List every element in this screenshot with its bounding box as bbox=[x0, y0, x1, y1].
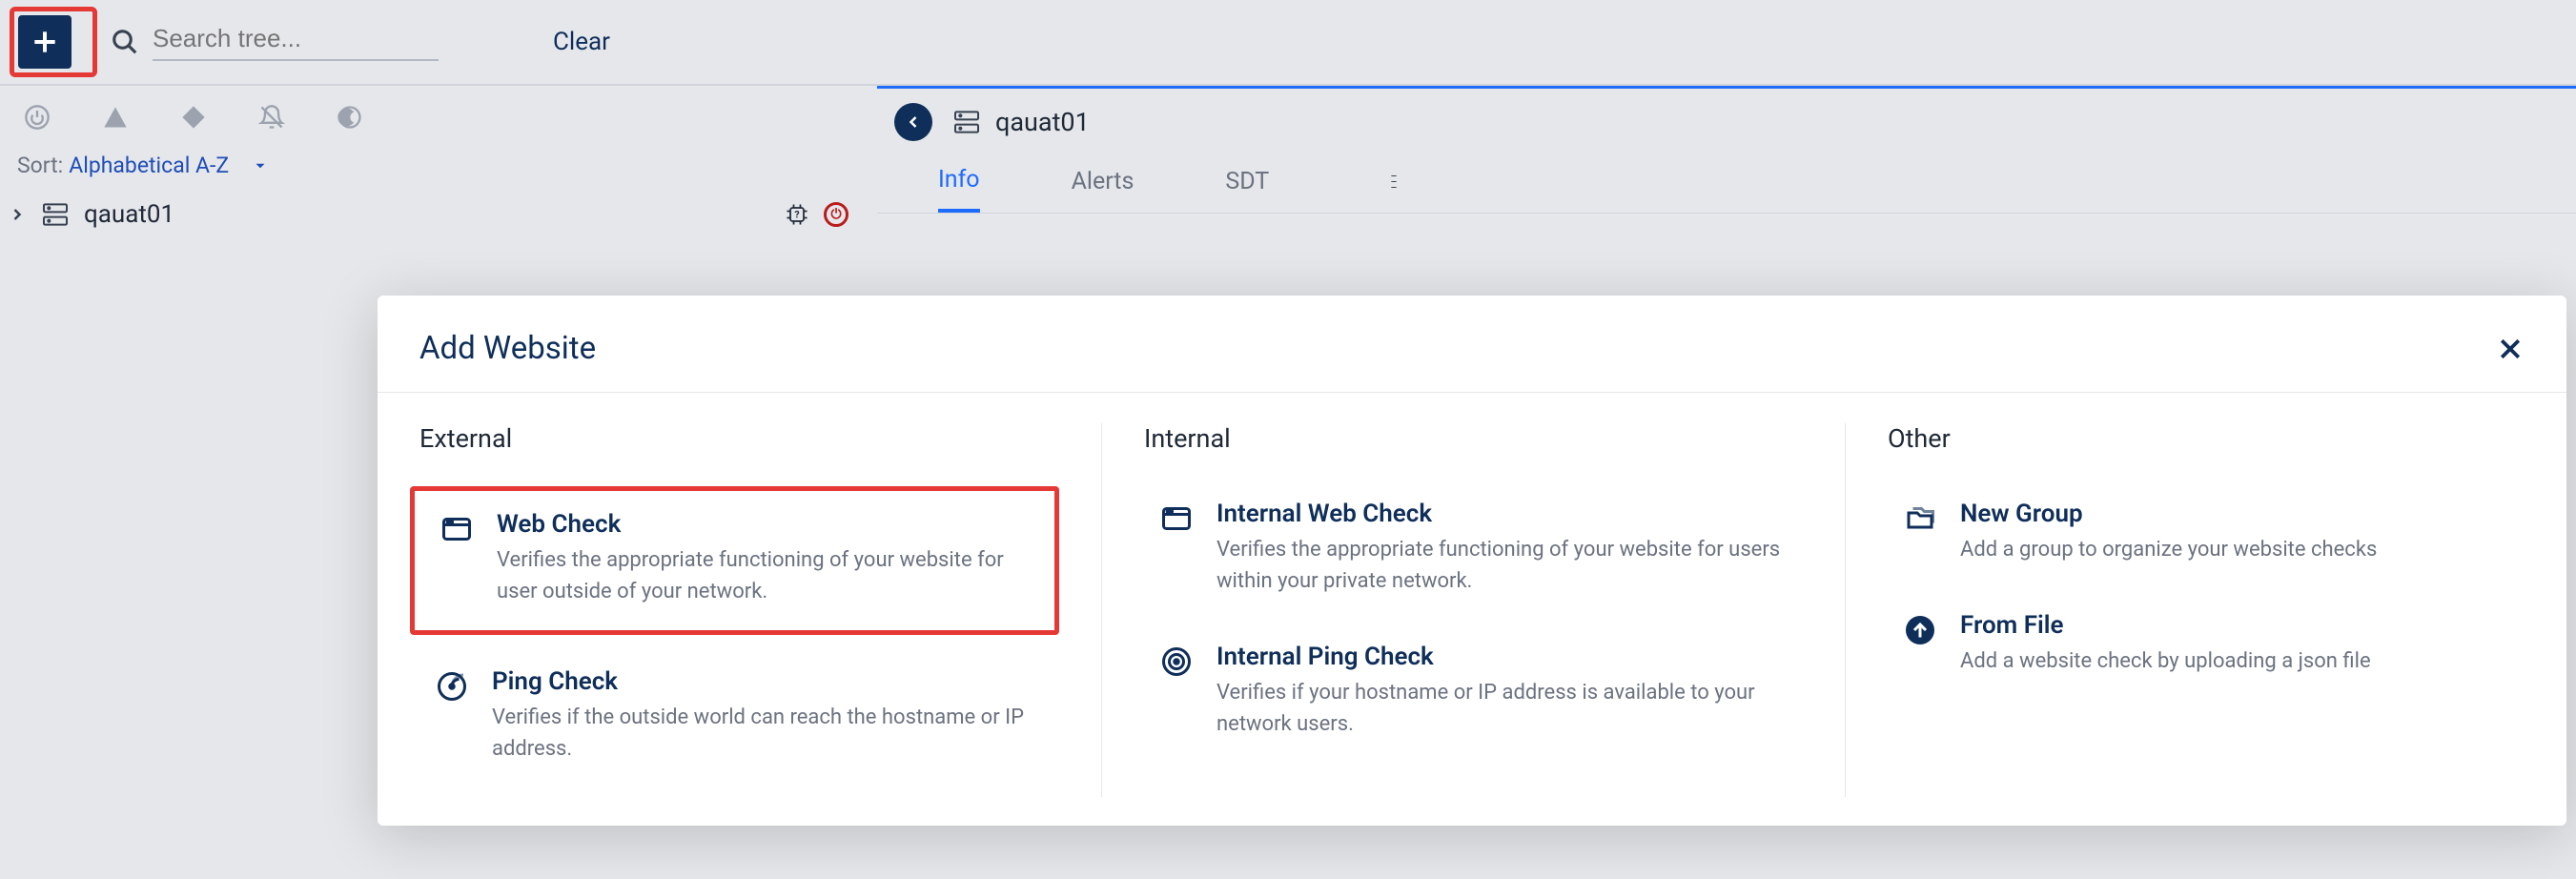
search-icon bbox=[111, 28, 139, 56]
bell-off-icon[interactable] bbox=[257, 103, 286, 132]
main-header: qauat01 bbox=[877, 86, 2576, 141]
diamond-alert-icon[interactable] bbox=[179, 103, 208, 132]
tabs: Info Alerts SDT bbox=[877, 141, 2576, 214]
server-icon bbox=[951, 107, 982, 137]
sort-control[interactable]: Sort: Alphabetical A-Z bbox=[0, 149, 877, 192]
option-title: Internal Web Check bbox=[1216, 500, 1789, 528]
add-button-highlight bbox=[10, 7, 97, 77]
add-website-modal: Add Website External Web Check Verifies … bbox=[378, 296, 2566, 826]
filter-icon-row bbox=[0, 86, 877, 149]
server-icon bbox=[40, 199, 71, 230]
modal-col-other: Other New Group Add a group to organize … bbox=[1846, 423, 2566, 797]
sort-value: Alphabetical A-Z bbox=[69, 153, 229, 178]
option-desc: Add a website check by uploading a json … bbox=[1960, 645, 2371, 677]
search-input[interactable] bbox=[153, 24, 439, 61]
option-desc: Verifies if your hostname or IP address … bbox=[1216, 677, 1789, 740]
radar-icon bbox=[433, 667, 471, 705]
option-title: New Group bbox=[1960, 500, 2377, 528]
chevron-left-icon bbox=[904, 112, 923, 132]
chevron-down-icon bbox=[252, 157, 269, 174]
close-icon[interactable] bbox=[2496, 335, 2525, 363]
col-heading-external: External bbox=[419, 423, 1059, 454]
modal-col-internal: Internal Internal Web Check Verifies the… bbox=[1102, 423, 1846, 797]
col-heading-other: Other bbox=[1888, 423, 2525, 454]
top-toolbar: Clear bbox=[0, 0, 2576, 86]
tree-item[interactable]: qauat01 ? ⏻ bbox=[0, 192, 877, 237]
browser-icon bbox=[438, 510, 476, 548]
tab-alerts[interactable]: Alerts bbox=[1072, 168, 1135, 211]
option-internal-ping-check[interactable]: Internal Ping Check Verifies if your hos… bbox=[1144, 629, 1803, 753]
option-desc: Add a group to organize your website che… bbox=[1960, 534, 2377, 565]
option-ping-check[interactable]: Ping Check Verifies if the outside world… bbox=[419, 654, 1059, 778]
option-new-group[interactable]: New Group Add a group to organize your w… bbox=[1888, 486, 2525, 579]
svg-text:?: ? bbox=[794, 209, 799, 221]
browser-icon bbox=[1157, 500, 1196, 538]
tree-item-status: ? ⏻ bbox=[784, 201, 869, 228]
kebab-menu[interactable] bbox=[1380, 175, 1408, 204]
clear-button[interactable]: Clear bbox=[553, 28, 610, 56]
back-button[interactable] bbox=[894, 103, 932, 141]
option-title: Web Check bbox=[497, 510, 1035, 539]
option-from-file[interactable]: From File Add a website check by uploadi… bbox=[1888, 598, 2525, 690]
warning-triangle-icon[interactable] bbox=[101, 103, 130, 132]
upload-icon bbox=[1901, 611, 1939, 649]
col-heading-internal: Internal bbox=[1144, 423, 1803, 454]
modal-col-external: External Web Check Verifies the appropri… bbox=[378, 423, 1102, 797]
option-title: Internal Ping Check bbox=[1216, 643, 1789, 671]
modal-header: Add Website bbox=[378, 296, 2566, 393]
plus-icon bbox=[30, 27, 60, 57]
option-web-check[interactable]: Web Check Verifies the appropriate funct… bbox=[410, 486, 1059, 635]
folders-icon bbox=[1901, 500, 1939, 538]
tab-sdt[interactable]: SDT bbox=[1225, 168, 1269, 211]
tab-info[interactable]: Info bbox=[938, 166, 980, 213]
target-icon bbox=[1157, 643, 1196, 681]
power-icon[interactable] bbox=[23, 103, 51, 132]
tree-item-label: qauat01 bbox=[84, 200, 174, 229]
option-title: From File bbox=[1960, 611, 2371, 640]
modal-title: Add Website bbox=[419, 330, 596, 367]
option-desc: Verifies if the outside world can reach … bbox=[492, 702, 1046, 765]
sort-label: Sort: bbox=[17, 153, 63, 178]
option-desc: Verifies the appropriate functioning of … bbox=[1216, 534, 1789, 597]
option-desc: Verifies the appropriate functioning of … bbox=[497, 544, 1035, 607]
page-title: qauat01 bbox=[995, 107, 1090, 137]
chevron-right-icon bbox=[8, 205, 27, 224]
add-button[interactable] bbox=[18, 15, 72, 69]
moon-icon[interactable] bbox=[336, 103, 364, 132]
option-internal-web-check[interactable]: Internal Web Check Verifies the appropri… bbox=[1144, 486, 1803, 610]
chip-icon[interactable]: ? bbox=[784, 201, 810, 228]
option-title: Ping Check bbox=[492, 667, 1046, 696]
status-critical-icon[interactable]: ⏻ bbox=[824, 202, 848, 227]
active-indicator-line bbox=[877, 86, 2576, 89]
